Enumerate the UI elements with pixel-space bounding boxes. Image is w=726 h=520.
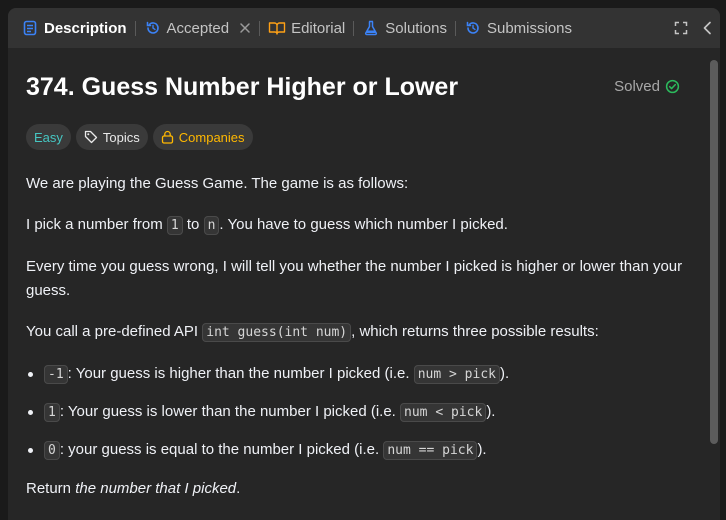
tab-separator [353, 20, 355, 36]
flask-icon [362, 19, 380, 37]
description-paragraph: Return the number that I picked. [26, 477, 690, 501]
panel-controls [674, 8, 712, 48]
inline-code: 0 [44, 441, 60, 460]
tab-solutions[interactable]: Solutions [355, 14, 454, 42]
text: ). [477, 441, 487, 458]
results-list: -1: Your guess is higher than the number… [26, 362, 690, 463]
text: : Your guess is lower than the number I … [59, 403, 401, 420]
topics-label: Topics [102, 129, 140, 145]
tab-separator [454, 20, 456, 36]
tab-separator [134, 20, 136, 36]
inline-code: -1 [44, 365, 68, 384]
tab-editorial-label: Editorial [291, 19, 346, 37]
scrollbar-thumb[interactable] [710, 60, 718, 444]
description-paragraph: You call a pre-defined API int guess(int… [26, 320, 690, 345]
problem-tags: Easy Topics Companies [26, 124, 690, 152]
tab-submissions-label: Submissions [486, 19, 573, 37]
problem-content: 374. Guess Number Higher or Lower Solved… [8, 48, 708, 520]
tab-submissions[interactable]: Submissions [457, 14, 579, 42]
tab-editorial[interactable]: Editorial [261, 14, 352, 42]
book-icon [268, 19, 286, 37]
list-item: 1: Your guess is lower than the number I… [26, 400, 690, 425]
tag-icon [84, 130, 98, 144]
text: , which returns three possible results: [351, 323, 599, 340]
list-item: 0: your guess is equal to the number I p… [26, 438, 690, 463]
title-row: 374. Guess Number Higher or Lower Solved [26, 48, 690, 124]
description-paragraph: Every time you guess wrong, I will tell … [26, 258, 683, 299]
inline-code: int guess(int num) [202, 323, 352, 342]
list-item: -1: Your guess is higher than the number… [26, 362, 690, 387]
lock-icon [161, 130, 174, 144]
text: You call a pre-defined API [26, 323, 203, 340]
inline-code: num > pick [413, 365, 500, 384]
check-circle-icon [665, 79, 680, 94]
history-icon [144, 19, 162, 37]
tab-bar: Description Accepted Editorial Solutions [8, 8, 720, 48]
description-paragraph: I pick a number from 1 to n. You have to… [26, 213, 690, 238]
clock-icon [464, 19, 482, 37]
text: Return [26, 480, 76, 497]
companies-label: Companies [178, 129, 245, 145]
tab-description[interactable]: Description [14, 14, 134, 42]
description-paragraph: We are playing the Guess Game. The game … [26, 175, 409, 192]
text: . You have to guess which number I picke… [219, 216, 508, 233]
inline-code: 1 [166, 216, 183, 235]
problem-description: We are playing the Guess Game. The game … [26, 172, 690, 501]
chevron-left-icon[interactable] [702, 21, 712, 35]
topics-button[interactable]: Topics [75, 124, 148, 150]
tab-separator [259, 20, 261, 36]
text: to [182, 216, 204, 233]
difficulty-label: Easy [34, 129, 63, 145]
emphasis-text: the number that I picked [75, 480, 237, 497]
companies-button[interactable]: Companies [152, 124, 253, 150]
solved-label: Solved [614, 78, 660, 95]
description-icon [21, 19, 39, 37]
text: I pick a number from [26, 216, 167, 233]
tab-accepted-label: Accepted [166, 19, 230, 37]
tab-accepted[interactable]: Accepted [137, 14, 259, 42]
text: ). [486, 403, 496, 420]
text: : your guess is equal to the number I pi… [59, 441, 384, 458]
problem-title: 374. Guess Number Higher or Lower [26, 73, 459, 101]
text: : Your guess is higher than the number I… [67, 365, 414, 382]
tab-description-label: Description [44, 19, 127, 37]
inline-code: n [203, 216, 220, 235]
close-icon[interactable] [239, 22, 251, 34]
description-panel: Description Accepted Editorial Solutions [8, 8, 720, 520]
inline-code: 1 [44, 403, 60, 422]
expand-icon[interactable] [674, 21, 688, 35]
tab-solutions-label: Solutions [385, 19, 447, 37]
text: . [236, 480, 241, 497]
solved-status: Solved [614, 78, 680, 95]
difficulty-badge[interactable]: Easy [26, 124, 71, 150]
text: ). [499, 365, 510, 382]
inline-code: num == pick [383, 441, 478, 460]
inline-code: num < pick [400, 403, 487, 422]
